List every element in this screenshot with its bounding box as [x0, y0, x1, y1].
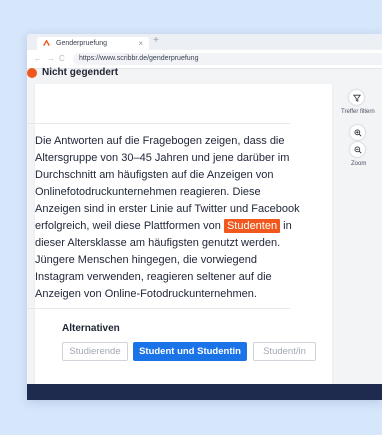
highlighted-word[interactable]: Studenten: [223, 219, 281, 233]
alternative-chip-student-und-studentin[interactable]: Student und Studentin: [133, 342, 247, 361]
new-tab-icon[interactable]: +: [153, 35, 159, 46]
zoom-label: Zoom: [351, 161, 367, 167]
zoom-in-button[interactable]: [350, 125, 365, 140]
alternatives-label: Alternativen: [62, 323, 120, 334]
status-heading: Nicht gegendert: [27, 67, 118, 78]
tab-title: Genderpruefung: [56, 40, 107, 47]
divider: [26, 308, 290, 309]
reload-icon[interactable]: C: [59, 54, 65, 63]
alternative-chip-studierende[interactable]: Studierende: [62, 342, 128, 361]
status-dot-icon: [27, 67, 37, 78]
filter-label: Treffer filtern: [341, 109, 375, 115]
scribbr-logo-icon: [43, 40, 50, 47]
tab-bar: Genderpruefung × +: [27, 34, 382, 50]
paragraph-text-before: Die Antworten auf die Fragebogen zeigen,…: [35, 135, 300, 232]
result-paragraph: Die Antworten auf die Fragebogen zeigen,…: [35, 133, 307, 303]
divider: [26, 123, 290, 124]
back-icon[interactable]: ←: [34, 54, 42, 63]
filter-icon: [352, 94, 361, 102]
url-field[interactable]: https://www.scribbr.de/genderpruefung: [73, 53, 382, 65]
alternative-chip-student-in[interactable]: Student/in: [253, 342, 316, 361]
zoom-out-icon: [354, 146, 362, 154]
zoom-in-icon: [354, 129, 362, 137]
filter-button[interactable]: [349, 90, 364, 105]
tab-genderpruefung[interactable]: Genderpruefung ×: [37, 37, 149, 50]
status-title: Nicht gegendert: [42, 67, 119, 78]
bottom-bar: [27, 384, 382, 400]
forward-icon[interactable]: →: [47, 54, 55, 63]
zoom-out-button[interactable]: [350, 142, 365, 157]
tab-close-icon[interactable]: ×: [138, 39, 143, 48]
